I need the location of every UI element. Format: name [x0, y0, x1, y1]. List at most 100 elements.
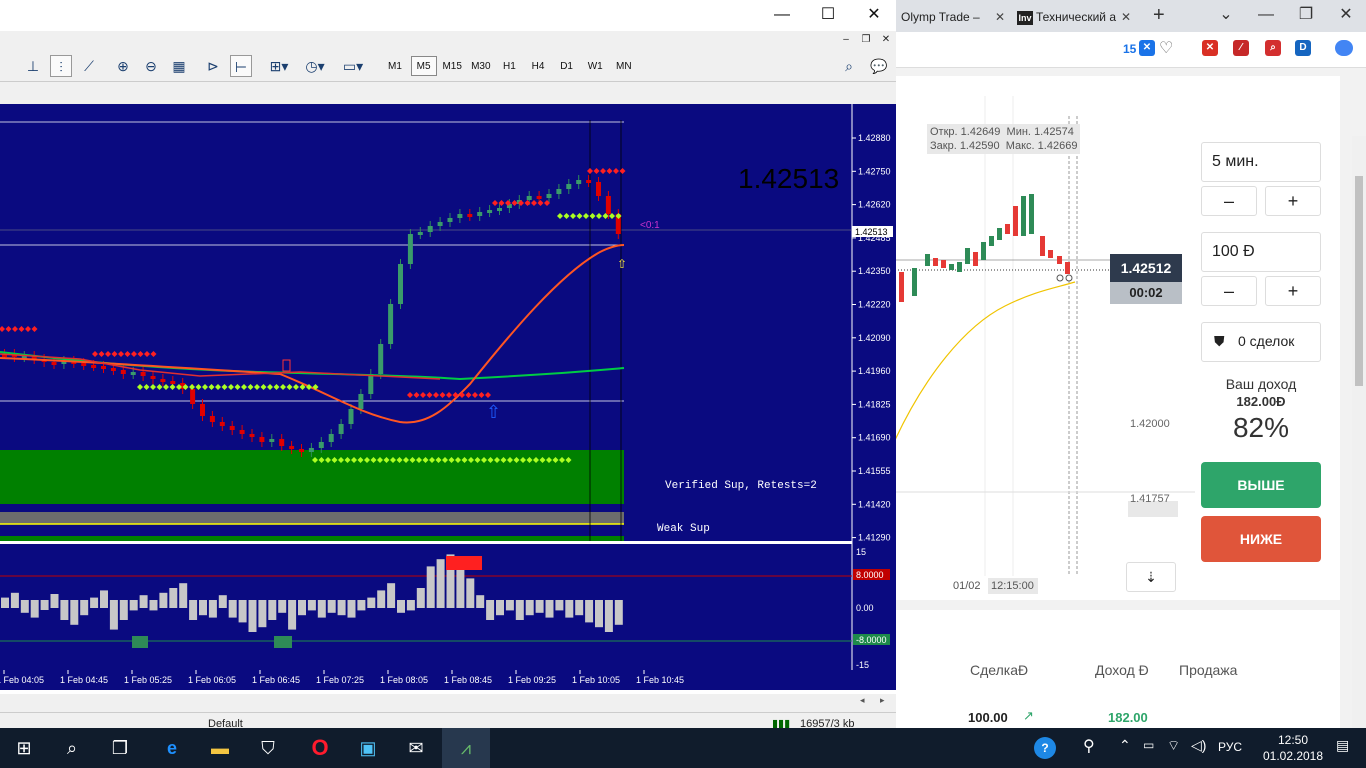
candle	[407, 234, 413, 264]
osc-bar	[199, 600, 207, 616]
templates-icon[interactable]: ▭▾	[338, 55, 368, 77]
amount-minus-button[interactable]: –	[1201, 276, 1257, 306]
close-icon[interactable]: ✕	[995, 10, 1005, 24]
battery-icon[interactable]: ▭	[1143, 738, 1154, 752]
timeframe-m5[interactable]: M5	[410, 56, 437, 76]
candle	[81, 363, 87, 366]
zoom-in-icon[interactable]: ⊕	[112, 55, 134, 77]
candle	[249, 434, 255, 437]
bar-chart-icon[interactable]: ⊥	[22, 55, 44, 77]
osc-bar	[298, 600, 306, 616]
clock[interactable]: 12:50 01.02.2018	[1258, 732, 1328, 764]
app-icon[interactable]: ▣	[344, 728, 392, 768]
toggle-extension-icon[interactable]	[1335, 40, 1353, 56]
volume-icon[interactable]: ◁)	[1191, 737, 1206, 754]
candle	[467, 214, 473, 217]
auto-scroll-icon[interactable]: ⊳	[202, 55, 224, 77]
close-icon[interactable]: ✕	[851, 0, 897, 31]
search-icon[interactable]: ⌕	[48, 728, 96, 768]
timeframe-mn[interactable]: MN	[611, 56, 637, 76]
page-scrollbar[interactable]	[1352, 136, 1366, 768]
windows-start-icon[interactable]: ⊞	[0, 728, 48, 768]
minimize-icon[interactable]: —	[759, 0, 805, 31]
task-view-icon[interactable]: ❐	[96, 728, 144, 768]
marker-label: <0:1	[640, 220, 660, 231]
mail-icon[interactable]: ✉	[392, 728, 440, 768]
zone-label: Verified Sup, Retests=2	[665, 480, 817, 492]
osc-bar	[189, 600, 198, 620]
opera-icon[interactable]: O	[296, 728, 344, 768]
osc-bar	[525, 600, 534, 616]
olymp-chart[interactable]	[895, 76, 1195, 600]
search-icon[interactable]: ⌕	[838, 55, 860, 77]
candle	[526, 196, 532, 200]
heart-icon[interactable]: ♡	[1159, 38, 1173, 58]
time-label: 12:15:00	[991, 580, 1034, 592]
candle	[328, 434, 334, 442]
timeframe-m1[interactable]: M1	[382, 56, 408, 76]
browser-tab-investing[interactable]: Inv Технический а ✕	[1011, 4, 1139, 32]
amount-plus-button[interactable]: +	[1265, 276, 1321, 306]
restore-icon[interactable]: ❐	[1286, 0, 1326, 30]
chart-shift-icon[interactable]: ⊢	[230, 55, 252, 77]
amount-input[interactable]: 100 Đ	[1201, 232, 1321, 272]
osc-bar	[248, 600, 257, 632]
maximize-icon[interactable]: ☐	[805, 0, 851, 31]
d-extension-icon[interactable]: D	[1295, 40, 1311, 56]
scroll-right-icon[interactable]: ▸	[880, 695, 885, 706]
down-button[interactable]: НИЖЕ	[1201, 516, 1321, 562]
timeframe-h1[interactable]: H1	[496, 56, 522, 76]
new-tab-icon[interactable]: +	[1153, 4, 1165, 27]
osc-bar	[436, 559, 445, 608]
file-explorer-icon[interactable]: ▬	[196, 728, 244, 768]
timeframe-d1[interactable]: D1	[554, 56, 580, 76]
osc-bar	[456, 566, 465, 608]
minimize-icon[interactable]: —	[1246, 0, 1286, 30]
wifi-icon[interactable]: ⌔	[1167, 737, 1180, 755]
duration-select[interactable]: 5 мин.	[1201, 142, 1321, 182]
notifications-icon[interactable]: ▤	[1336, 737, 1349, 754]
timeframe-h4[interactable]: H4	[525, 56, 551, 76]
line-chart-icon[interactable]: ⟋	[78, 55, 100, 77]
edge-icon[interactable]: e	[148, 728, 196, 768]
people-icon[interactable]: ⚲	[1083, 736, 1095, 756]
collapse-icon[interactable]: ⇣	[1126, 562, 1176, 592]
chat-icon[interactable]: 💬	[866, 55, 892, 77]
store-icon[interactable]: ⛉	[244, 728, 292, 768]
periods-icon[interactable]: ◷▾	[300, 55, 330, 77]
restore-icon[interactable]: ❐	[858, 33, 874, 48]
scroll-left-icon[interactable]: ◂	[860, 695, 865, 706]
tab-list-icon[interactable]: ⌄	[1206, 0, 1246, 30]
timeframe-m15[interactable]: M15	[439, 56, 465, 76]
metatrader-icon[interactable]: ⩘	[442, 728, 490, 768]
help-icon[interactable]: ?	[1034, 737, 1056, 759]
language-indicator[interactable]: РУС	[1218, 740, 1242, 754]
up-button[interactable]: ВЫШЕ	[1201, 462, 1321, 508]
tile-windows-icon[interactable]: ▦	[168, 55, 190, 77]
search-extension-icon[interactable]: ⌕	[1265, 40, 1281, 56]
indicators-icon[interactable]: ⊞▾	[264, 55, 294, 77]
timeframe-m30[interactable]: M30	[468, 56, 494, 76]
candlestick-icon[interactable]: ⫶	[50, 55, 72, 77]
shield-extension-icon[interactable]: ✕	[1139, 40, 1155, 56]
browser-tab-olymp[interactable]: Olymp Trade – ✕	[895, 4, 1013, 32]
close-icon[interactable]: ✕	[1121, 10, 1131, 24]
adblock-icon[interactable]: ✕	[1202, 40, 1218, 56]
chevron-up-icon[interactable]: ⌃	[1119, 737, 1131, 754]
mt4-chart-area[interactable]: 1.42880 1.42750 1.42620 1.42485 1.42350 1.422…	[0, 104, 896, 694]
deals-button[interactable]: ⛊ 0 сделок	[1201, 322, 1321, 362]
price-axis-label: 1.42090	[858, 333, 891, 343]
candle	[269, 439, 275, 442]
timeframe-w1[interactable]: W1	[582, 56, 608, 76]
price-level-label: 1.42000	[1130, 418, 1170, 430]
mt4-chart[interactable]: 1.428801.427501.426201.424851.423501.422…	[0, 104, 896, 694]
close-icon[interactable]: ✕	[1326, 0, 1366, 30]
scrollbar-thumb[interactable]	[1355, 176, 1363, 386]
zoom-out-icon[interactable]: ⊖	[140, 55, 162, 77]
duration-minus-button[interactable]: –	[1201, 186, 1257, 216]
close-icon[interactable]: ✕	[878, 33, 894, 48]
osc-bar	[387, 583, 396, 608]
duration-plus-button[interactable]: +	[1265, 186, 1321, 216]
minimize-icon[interactable]: –	[838, 33, 854, 48]
wand-extension-icon[interactable]: ⁄	[1233, 40, 1249, 56]
